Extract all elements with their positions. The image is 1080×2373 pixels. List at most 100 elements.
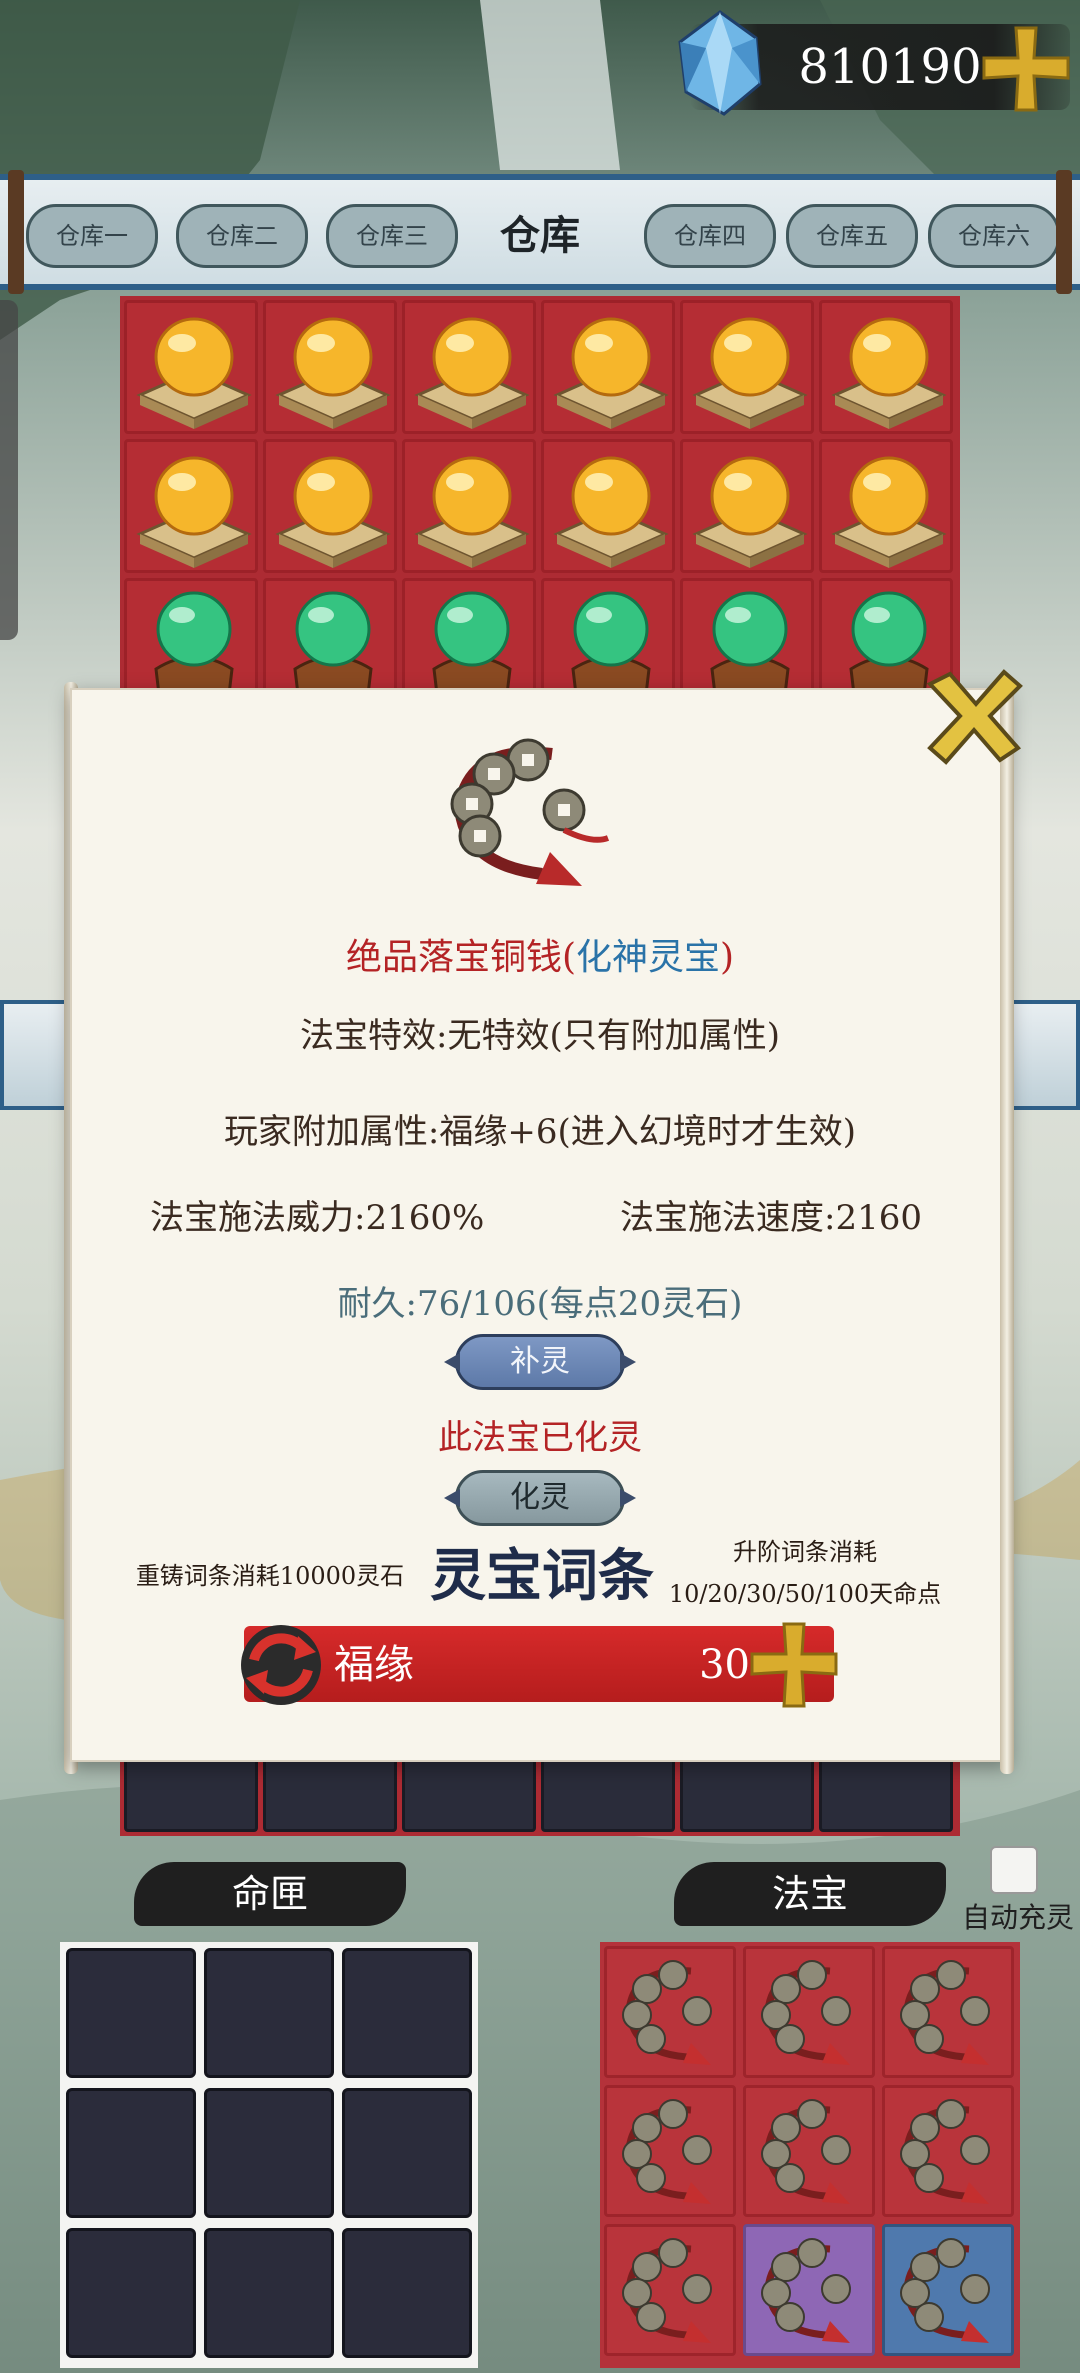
treasure-slot[interactable] xyxy=(604,1946,736,2078)
golden-orb-icon xyxy=(831,317,947,429)
warehouse-slot[interactable] xyxy=(680,300,814,434)
item-tier: 化神灵宝 xyxy=(576,937,721,978)
golden-orb-icon xyxy=(275,456,391,568)
treasure-grid xyxy=(600,1942,1020,2368)
tab-warehouse-6[interactable]: 仓库六 xyxy=(928,204,1060,268)
warehouse-slot[interactable] xyxy=(541,439,675,573)
golden-orb-icon xyxy=(136,317,252,429)
fate-slot[interactable] xyxy=(66,1948,196,2078)
affix-name: 福缘 xyxy=(334,1642,414,1688)
reforge-cost: 重铸词条消耗10000灵石 xyxy=(135,1562,405,1590)
cast-speed: 法宝施法速度:2160 xyxy=(620,1198,922,1238)
copper-coin-string-icon xyxy=(761,2099,851,2204)
upgrade-affix-plus-icon[interactable] xyxy=(748,1618,840,1710)
tab-warehouse-4[interactable]: 仓库四 xyxy=(644,204,776,268)
item-name-paren-close: ) xyxy=(720,937,735,978)
close-icon[interactable] xyxy=(920,666,1028,766)
fate-slot[interactable] xyxy=(66,2228,196,2358)
warehouse-title: 仓库 xyxy=(500,212,580,259)
item-name: 绝品落宝铜钱(化神灵宝) xyxy=(240,928,840,988)
golden-orb-icon xyxy=(275,317,391,429)
warehouse-slot[interactable] xyxy=(819,1756,953,1832)
fate-slot[interactable] xyxy=(342,1948,472,2078)
fate-box-grid xyxy=(60,1942,478,2368)
golden-orb-icon xyxy=(136,456,252,568)
tab-warehouse-3[interactable]: 仓库三 xyxy=(326,204,458,268)
copper-coin-string-icon xyxy=(622,2099,712,2204)
warehouse-slot[interactable] xyxy=(402,300,536,434)
transform-button[interactable]: 化灵 xyxy=(455,1470,625,1526)
auto-recharge-checkbox[interactable] xyxy=(990,1846,1038,1894)
warehouse-slot[interactable] xyxy=(263,439,397,573)
upgrade-cost-label: 升阶词条消耗 xyxy=(733,1538,877,1566)
copper-coin-string-icon xyxy=(900,2238,990,2343)
currency-value: 810190 xyxy=(798,39,982,95)
item-name-paren-open: ( xyxy=(561,937,576,978)
refresh-icon[interactable] xyxy=(232,1620,330,1710)
auto-recharge-label: 自动充灵 xyxy=(962,1901,1075,1934)
warehouse-slot[interactable] xyxy=(680,1756,814,1832)
warehouse-slot[interactable] xyxy=(263,300,397,434)
warehouse-slot[interactable] xyxy=(263,1756,397,1832)
treasure-slot[interactable] xyxy=(882,2085,1014,2217)
upgrade-cost-values: 10/20/30/50/100天命点 xyxy=(668,1580,942,1608)
treasure-slot[interactable] xyxy=(743,1946,875,2078)
golden-orb-icon xyxy=(831,456,947,568)
warehouse-slot[interactable] xyxy=(124,300,258,434)
left-scroll-edge xyxy=(0,1000,70,1110)
tab-warehouse-5[interactable]: 仓库五 xyxy=(786,204,918,268)
fate-box-label: 命匣 xyxy=(134,1862,406,1926)
durability: 耐久:76/106(每点20灵石) xyxy=(337,1284,743,1324)
transform-status: 此法宝已化灵 xyxy=(438,1418,642,1458)
add-currency-plus-icon[interactable] xyxy=(980,22,1072,114)
warehouse-slot[interactable] xyxy=(541,1756,675,1832)
affix-value: 30 xyxy=(699,1642,750,1688)
warehouse-slot[interactable] xyxy=(124,439,258,573)
fate-slot[interactable] xyxy=(342,2088,472,2218)
warehouse-slot[interactable] xyxy=(680,439,814,573)
tab-warehouse-1[interactable]: 仓库一 xyxy=(26,204,158,268)
golden-orb-icon xyxy=(692,456,808,568)
treasure-effect: 法宝特效:无特效(只有附加属性) xyxy=(300,1016,780,1056)
treasure-slot[interactable] xyxy=(743,2085,875,2217)
scroll-rod-right xyxy=(1000,682,1014,1774)
side-drawer-handle[interactable] xyxy=(0,300,18,640)
copper-coin-string-icon xyxy=(900,2099,990,2204)
treasure-slot[interactable] xyxy=(604,2085,736,2217)
warehouse-slot[interactable] xyxy=(402,1756,536,1832)
copper-coin-string-icon xyxy=(450,738,610,886)
warehouse-slot[interactable] xyxy=(124,1756,258,1832)
warehouse-slot[interactable] xyxy=(819,439,953,573)
golden-orb-icon xyxy=(414,456,530,568)
affix-title: 灵宝词条 xyxy=(430,1543,654,1609)
warehouse-slot[interactable] xyxy=(541,300,675,434)
fate-slot[interactable] xyxy=(204,2088,334,2218)
golden-orb-icon xyxy=(553,317,669,429)
warehouse-tab-bar: 仓库一 仓库二 仓库三 仓库 仓库四 仓库五 仓库六 xyxy=(0,170,1080,294)
golden-orb-icon xyxy=(553,456,669,568)
copper-coin-string-icon xyxy=(761,2238,851,2343)
fate-slot[interactable] xyxy=(66,2088,196,2218)
spirit-stone-gem-icon xyxy=(678,10,762,116)
copper-coin-string-icon xyxy=(622,2238,712,2343)
copper-coin-string-icon xyxy=(622,1960,712,2065)
replenish-button[interactable]: 补灵 xyxy=(455,1334,625,1390)
tab-warehouse-2[interactable]: 仓库二 xyxy=(176,204,308,268)
cast-power: 法宝施法威力:2160% xyxy=(150,1198,485,1238)
warehouse-slot[interactable] xyxy=(819,300,953,434)
golden-orb-icon xyxy=(692,317,808,429)
fate-slot[interactable] xyxy=(204,2228,334,2358)
fate-slot[interactable] xyxy=(204,1948,334,2078)
copper-coin-string-icon xyxy=(761,1960,851,2065)
treasure-label: 法宝 xyxy=(674,1862,946,1926)
item-name-prefix: 绝品落宝铜钱 xyxy=(345,937,562,978)
right-scroll-edge xyxy=(1010,1000,1080,1110)
warehouse-slot[interactable] xyxy=(402,439,536,573)
treasure-slot[interactable] xyxy=(882,2224,1014,2356)
golden-orb-icon xyxy=(414,317,530,429)
fate-slot[interactable] xyxy=(342,2228,472,2358)
player-attribute: 玩家附加属性:福缘+6(进入幻境时才生效) xyxy=(223,1112,857,1152)
treasure-slot[interactable] xyxy=(743,2224,875,2356)
treasure-slot[interactable] xyxy=(604,2224,736,2356)
treasure-slot[interactable] xyxy=(882,1946,1014,2078)
